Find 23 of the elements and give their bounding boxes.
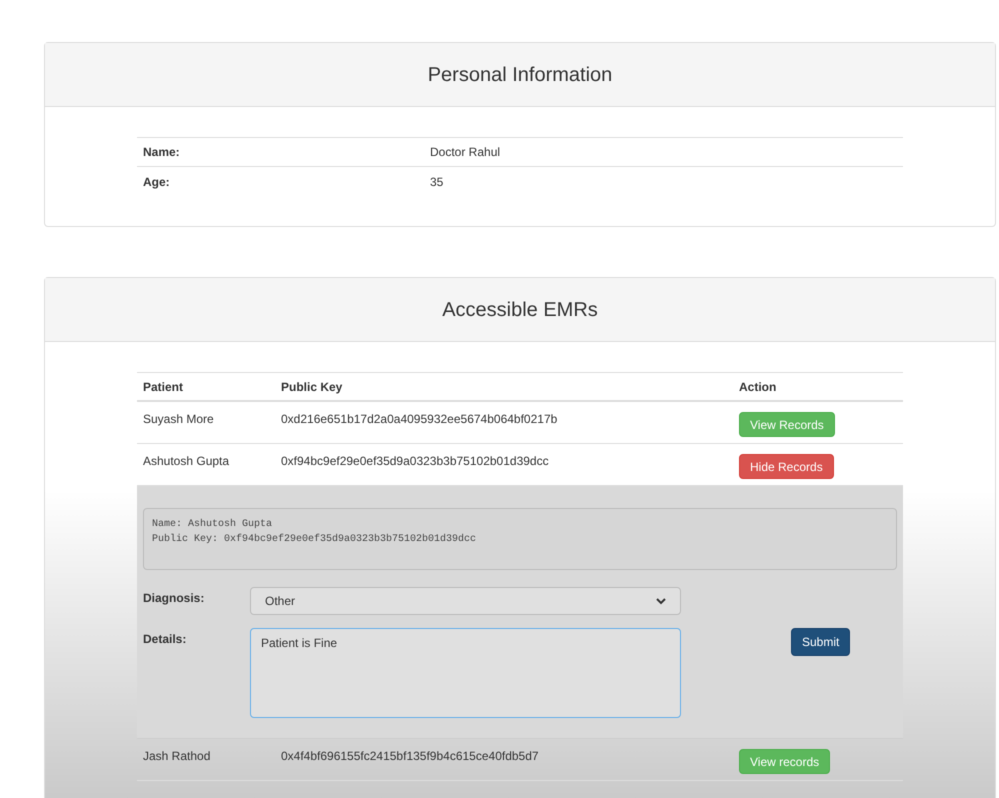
column-header: Public Key [281,378,344,396]
field-value: Doctor Rahul [430,144,500,161]
field-value: 35 [430,174,444,190]
public-key: 0xf94bc9ef29e0ef35d9a0323b3b75102b01d39dcc [281,452,739,470]
card-title: Personal Information [428,62,612,88]
details-label: Details: [143,631,188,648]
diagnosis-label: Diagnosis: [143,590,206,607]
card-title: Accessible EMRs [442,298,598,322]
public-key: 0xd216e651b17d2a0a4095932ee5674b064bf0217b [281,410,739,428]
patient-name: Ashutosh Gupta [143,453,230,470]
records-button[interactable]: Hide Records [739,454,834,479]
column-header: Action [739,378,776,396]
submit-button[interactable]: Submit [791,628,850,656]
details-field[interactable]: Patient is Fine [250,628,681,718]
record-info: Name: Ashutosh Gupta Public Key: 0xf94bc9ef29e0ef35d9a0323b3b75102b01d39dcc [143,508,897,570]
public-key: 0x4f4bf696155fc2415bf135f9b4c615ce40fdb5d7 [281,747,739,765]
patient-name: Suyash More [143,411,215,428]
field-label: Age: [143,174,171,190]
column-header: Patient [143,378,184,396]
chevron-icon [656,598,666,604]
patient-name: Jash Rathod [143,748,212,765]
diagnosis-select[interactable]: Other [250,587,681,615]
field-label: Name: [143,144,181,161]
